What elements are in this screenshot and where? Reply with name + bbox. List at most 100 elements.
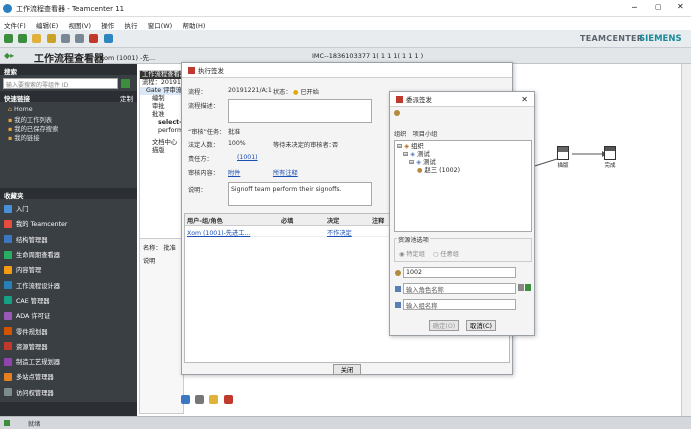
window-title: 工作流程查看器 - Teamcenter 11: [16, 5, 125, 13]
search-input[interactable]: 输入要搜索的零组件 ID: [3, 77, 118, 89]
col-comment[interactable]: 注释: [372, 216, 384, 225]
user-icon: [394, 110, 400, 116]
tree-gate[interactable]: Gate 评审流程: [140, 87, 188, 95]
ok-button[interactable]: 确定(O): [429, 320, 459, 331]
notes-field[interactable]: Signoff team perform their signoffs.: [228, 182, 372, 206]
open-icon[interactable]: [46, 34, 56, 43]
quick-link-my-links[interactable]: ▪ 我的链接: [0, 132, 137, 142]
app-part-planner[interactable]: 零件规划器: [0, 323, 137, 338]
task-properties-panel: 名称： 批准 说明: [139, 238, 184, 414]
workflow-node-finish[interactable]: 完成: [604, 146, 616, 169]
tree-doc-center[interactable]: 文档中心: [140, 139, 183, 147]
tree-perform[interactable]: perform-...: [140, 127, 191, 135]
app-access-manager[interactable]: 访问权管理器: [0, 385, 137, 400]
col-required[interactable]: 必填: [281, 216, 293, 225]
app-structure-manager[interactable]: 结构管理器: [0, 232, 137, 247]
forward-icon[interactable]: [18, 34, 28, 43]
cancel-button[interactable]: 取消(C): [466, 320, 496, 331]
tree-approve[interactable]: 批准: [140, 111, 183, 119]
window-titlebar: 工作流程查看器 - Teamcenter 11 ─ ▢ ✕: [0, 0, 691, 17]
app-header-title: 工作流程查看器: [34, 54, 104, 65]
menu-file[interactable]: 文件(F): [4, 22, 26, 30]
tab-organization[interactable]: 组织: [394, 131, 406, 138]
app-getting-started[interactable]: 入门: [0, 201, 137, 216]
menu-window[interactable]: 窗口(W): [148, 22, 173, 30]
group-name-input[interactable]: 输入组名称: [403, 299, 516, 310]
app-resource-manager[interactable]: 资源管理器: [0, 339, 137, 354]
search-go-icon[interactable]: [121, 78, 130, 88]
tab-project-team[interactable]: 项目小组: [413, 131, 438, 138]
perform-dialog-title: 执行签发: [198, 67, 224, 75]
radio-any-group[interactable]: ○ 任意组: [433, 249, 459, 258]
search-header[interactable]: 搜索: [0, 64, 137, 76]
workflow-node-template[interactable]: 描版: [557, 146, 569, 169]
navigation-panel: 搜索 输入要搜索的零组件 ID 快速链接 定制 ⌂ Home ▪ 我的工作列表 …: [0, 64, 137, 416]
attachments-link[interactable]: 附件: [228, 168, 240, 177]
menu-actions[interactable]: 操作: [101, 22, 114, 30]
tree-template[interactable]: 描版: [140, 147, 183, 155]
menu-edit[interactable]: 编辑(E): [36, 22, 58, 30]
canvas-tool-3-icon[interactable]: [209, 395, 219, 404]
clear-role-icon[interactable]: [525, 284, 531, 291]
app-ada-license[interactable]: ADA 许可证: [0, 308, 137, 323]
col-decision[interactable]: 决定: [327, 216, 339, 225]
app-my-teamcenter[interactable]: 我的 Teamcenter: [0, 216, 137, 231]
wait-value: 否: [332, 142, 339, 149]
all-comments-link[interactable]: 所有注释: [273, 168, 298, 177]
canvas-tool-4-icon[interactable]: [223, 395, 233, 404]
user-field-icon: [395, 270, 401, 276]
tree-group-test[interactable]: ⊟ ◈ 测试: [397, 151, 529, 159]
row-decision[interactable]: 不作决定: [327, 228, 352, 237]
minimize-icon[interactable]: ─: [632, 3, 637, 12]
canvas-tool-2-icon[interactable]: [195, 395, 205, 404]
node-template-label: 描版: [557, 163, 569, 169]
back-icon[interactable]: [4, 34, 13, 43]
tree-edit[interactable]: 编制: [140, 95, 183, 103]
tree-review[interactable]: 审批: [140, 103, 183, 111]
app-multisite-manager[interactable]: 多站点管理器: [0, 369, 137, 384]
search-role-icon[interactable]: [518, 284, 524, 291]
favorites-header[interactable]: 收藏夹: [0, 188, 137, 200]
brand-siemens: SIEMENS: [639, 34, 682, 44]
resource-pool-group: 资源池选项 ◉ 特定组 ○ 任意组: [394, 235, 532, 262]
delete-icon[interactable]: [89, 34, 99, 43]
quick-link-worklist[interactable]: ▪ 我的工作列表: [0, 114, 137, 124]
app-lifecycle-viewer[interactable]: 生命周期查看器: [0, 247, 137, 262]
menu-bar: 文件(F) 编辑(E) 视图(V) 操作 执行 窗口(W) 帮助(H): [0, 17, 691, 30]
restore-icon[interactable]: ▢: [655, 3, 662, 11]
quick-links-header[interactable]: 快速链接 定制: [0, 91, 137, 103]
app-manufacturing-planner[interactable]: 制造工艺规划器: [0, 354, 137, 369]
app-workflow-designer[interactable]: 工作流程设计器: [0, 277, 137, 292]
nav-back-icon[interactable]: ◆▸: [4, 51, 14, 60]
close-button[interactable]: 关闭: [333, 364, 361, 375]
row-user[interactable]: Xom (1001)-先进工...: [187, 228, 250, 237]
tree-select[interactable]: select-...: [140, 119, 189, 127]
vertical-scrollbar[interactable]: [681, 64, 691, 416]
close-icon[interactable]: ✕: [677, 2, 684, 11]
app-cae-manager[interactable]: CAE 管理器: [0, 293, 137, 308]
user-id-input[interactable]: 1002: [403, 267, 516, 278]
refresh-icon[interactable]: [103, 34, 113, 43]
app-content-management[interactable]: 内容管理: [0, 262, 137, 277]
quick-link-saved-searches[interactable]: ▪ 我的已保存搜索: [0, 123, 137, 133]
responsible-link[interactable]: (1001): [237, 154, 258, 161]
menu-execute[interactable]: 执行: [124, 22, 137, 30]
paste-icon[interactable]: [75, 34, 85, 43]
tree-role-test[interactable]: ⊟ ◈ 测试: [397, 159, 529, 167]
tree-user[interactable]: ● 赵三 (1002): [397, 167, 529, 175]
new-icon[interactable]: [32, 34, 42, 43]
radio-specific-group[interactable]: ◉ 特定组: [399, 249, 425, 258]
col-user[interactable]: 用户-组/角色: [187, 216, 223, 225]
quick-link-home[interactable]: ⌂ Home: [0, 105, 137, 114]
menu-view[interactable]: 视图(V): [68, 22, 91, 30]
quorum-label: 法定人数：: [188, 142, 219, 149]
copy-icon[interactable]: [60, 34, 70, 43]
tree-org-root[interactable]: ⊟ ◈ 组织: [397, 143, 529, 151]
delegate-close-icon[interactable]: ✕: [521, 95, 528, 104]
status-text: 就绪: [28, 421, 41, 428]
process-desc-field[interactable]: [228, 99, 372, 123]
menu-help[interactable]: 帮助(H): [182, 22, 205, 30]
canvas-tool-1-icon[interactable]: [181, 395, 190, 404]
customize-link[interactable]: 定制: [120, 93, 133, 103]
role-name-input[interactable]: 输入角色名称: [403, 283, 516, 294]
